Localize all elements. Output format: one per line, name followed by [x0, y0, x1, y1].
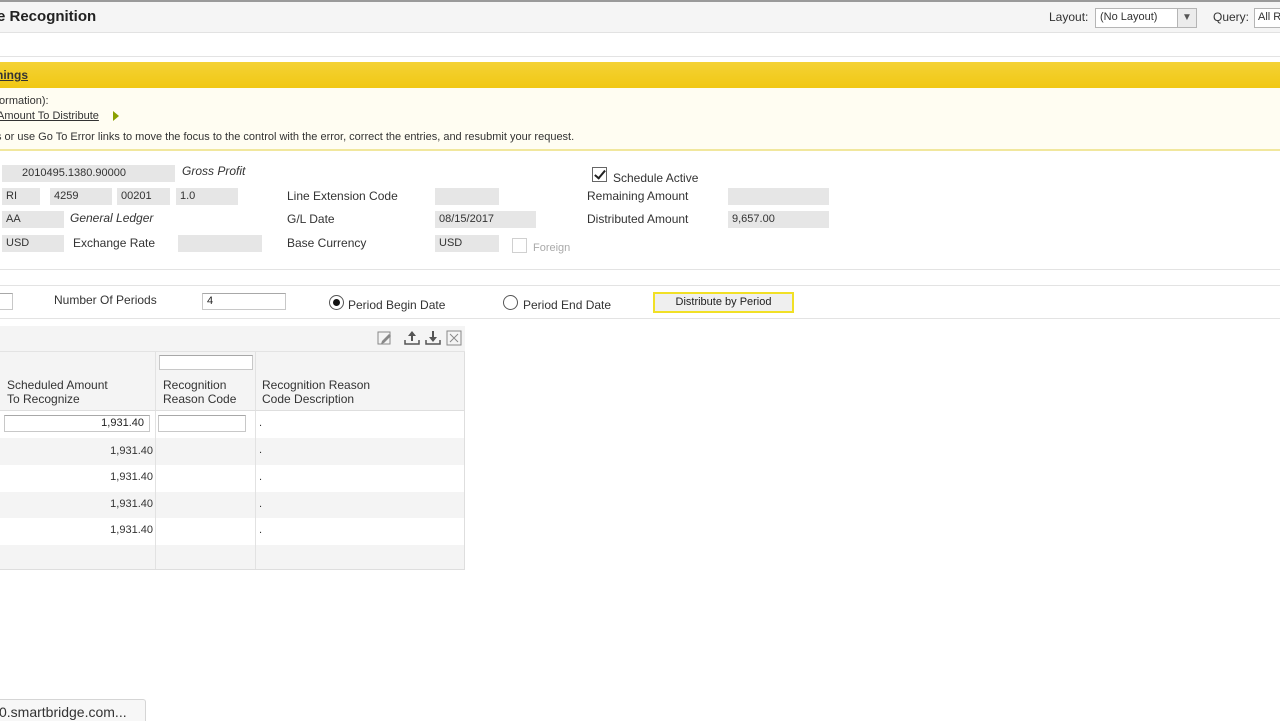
- scheduled-amount-cell: 1,931.40: [110, 445, 153, 457]
- period-end-date-label: Period End Date: [523, 298, 612, 312]
- expand-icon[interactable]: [445, 330, 463, 346]
- column-header-scheduled-amount[interactable]: Scheduled Amount To Recognize: [7, 378, 108, 406]
- distributed-amount-field: 9,657.00: [728, 211, 829, 228]
- warning-info-text: formation):: [0, 95, 49, 107]
- scheduled-amount-input[interactable]: 1,931.40: [4, 415, 150, 432]
- number-of-periods-label: Number Of Periods: [54, 293, 157, 307]
- period-begin-date-radio[interactable]: [329, 295, 344, 310]
- left-field-input[interactable]: [0, 293, 13, 310]
- column-divider: [155, 411, 156, 569]
- line-extension-field: [435, 188, 499, 205]
- divider: [0, 56, 1280, 57]
- doc-company-field: 00201: [117, 188, 170, 205]
- reason-description-cell: .: [259, 471, 263, 483]
- status-url: 0.smartbridge.com...: [0, 704, 127, 720]
- period-end-date-radio[interactable]: [503, 295, 518, 310]
- distributed-amount-label: Distributed Amount: [587, 212, 689, 226]
- warning-bottom-border: [0, 149, 1280, 151]
- export-icon[interactable]: [403, 330, 421, 346]
- column-divider: [255, 411, 256, 569]
- exchange-rate-label: Exchange Rate: [73, 236, 156, 250]
- reason-code-input[interactable]: [158, 415, 246, 432]
- warning-bar[interactable]: nings: [0, 62, 1280, 88]
- column-header-text: Recognition: [163, 378, 227, 392]
- base-currency-label: Base Currency: [287, 236, 367, 250]
- column-header-text: To Recognize: [7, 392, 80, 406]
- warning-title[interactable]: nings: [0, 68, 28, 82]
- browser-status-bar: 0.smartbridge.com...: [0, 699, 146, 721]
- account-field: 2010495.1380.90000: [2, 165, 175, 182]
- edit-icon[interactable]: [376, 330, 394, 346]
- reason-description-cell: .: [259, 524, 263, 536]
- layout-select-value: (No Layout): [1100, 11, 1158, 23]
- line-extension-label: Line Extension Code: [287, 189, 398, 203]
- remaining-amount-label: Remaining Amount: [587, 189, 689, 203]
- scheduled-amount-cell: 1,931.40: [110, 498, 153, 510]
- exchange-rate-field: [178, 235, 262, 252]
- page-title: e Recognition: [0, 8, 97, 25]
- doc-number-field: 4259: [50, 188, 112, 205]
- distribute-by-period-button[interactable]: Distribute by Period: [653, 292, 794, 313]
- warning-instruction-text: s or use Go To Error links to move the f…: [0, 131, 575, 143]
- account-description: Gross Profit: [182, 164, 246, 178]
- reason-description-cell: .: [259, 417, 263, 429]
- remaining-amount-field: [728, 188, 829, 205]
- play-icon[interactable]: [113, 111, 119, 121]
- base-currency-field: USD: [435, 235, 499, 252]
- scheduled-amount-cell: 1,931.40: [110, 471, 153, 483]
- ledger-type-field: AA: [2, 211, 64, 228]
- period-begin-date-label: Period Begin Date: [348, 298, 446, 312]
- column-header-reason-code[interactable]: Recognition Reason Code: [163, 378, 236, 406]
- gl-date-field: 08/15/2017: [435, 211, 536, 228]
- reason-description-cell: .: [259, 498, 263, 510]
- divider: [0, 285, 1280, 286]
- query-select[interactable]: All R: [1254, 8, 1280, 28]
- divider: [0, 269, 1280, 270]
- line-number-field: 1.0: [176, 188, 238, 205]
- scheduled-amount-cell: 1,931.40: [110, 524, 153, 536]
- column-header-reason-description[interactable]: Recognition Reason Code Description: [262, 378, 370, 406]
- foreign-checkbox: [512, 238, 527, 253]
- foreign-label: Foreign: [533, 242, 571, 254]
- currency-field: USD: [2, 235, 64, 252]
- divider: [0, 318, 1280, 319]
- warning-error-link[interactable]: Amount To Distribute: [0, 110, 99, 122]
- query-label: Query:: [1213, 10, 1250, 24]
- grid-toolbar: [0, 326, 465, 352]
- schedule-active-checkbox[interactable]: [592, 167, 607, 182]
- chevron-down-icon[interactable]: ▼: [1177, 9, 1196, 27]
- gl-date-label: G/L Date: [287, 212, 335, 226]
- column-header-text: Reason Code: [163, 392, 237, 406]
- column-header-text: Recognition Reason: [262, 378, 371, 392]
- reason-code-filter-input[interactable]: [159, 355, 253, 370]
- layout-label: Layout:: [1049, 10, 1089, 24]
- schedule-active-label: Schedule Active: [613, 171, 699, 185]
- ledger-description: General Ledger: [70, 211, 154, 225]
- doc-type-field: RI: [2, 188, 40, 205]
- column-header-text: Scheduled Amount: [7, 378, 108, 392]
- query-select-value: All R: [1258, 11, 1280, 23]
- column-header-text: Code Description: [262, 392, 355, 406]
- number-of-periods-input[interactable]: 4: [202, 293, 286, 310]
- layout-select[interactable]: (No Layout) ▼: [1095, 8, 1197, 28]
- reason-description-cell: .: [259, 444, 263, 456]
- download-icon[interactable]: [424, 330, 442, 346]
